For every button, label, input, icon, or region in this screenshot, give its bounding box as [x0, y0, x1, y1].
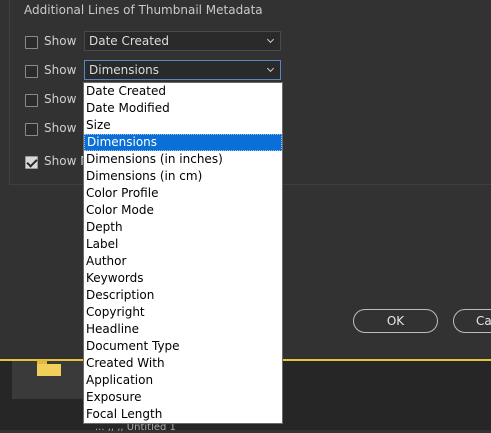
ok-button[interactable]: OK	[353, 309, 438, 333]
metadata-select-1[interactable]: Date Created	[84, 31, 281, 51]
dropdown-option[interactable]: Dimensions	[84, 134, 282, 151]
dropdown-option[interactable]: Focal Length	[84, 406, 282, 423]
dropdown-option[interactable]: Size	[84, 117, 282, 134]
dropdown-option[interactable]: Author	[84, 253, 282, 270]
dropdown-option[interactable]: Keywords	[84, 270, 282, 287]
show-checkbox-1[interactable]	[25, 36, 38, 49]
show-label-1: Show	[44, 34, 77, 48]
show-label-3: Show	[44, 92, 77, 106]
dropdown-option[interactable]: Copyright	[84, 304, 282, 321]
show-checkbox-5[interactable]	[25, 156, 38, 169]
section-title: Additional Lines of Thumbnail Metadata	[24, 3, 263, 17]
dropdown-option[interactable]: Dimensions (in inches)	[84, 151, 282, 168]
cancel-button[interactable]: Ca	[453, 309, 491, 333]
show-checkbox-3[interactable]	[25, 94, 38, 107]
select-value-2: Dimensions	[89, 63, 160, 77]
show-label-2: Show	[44, 63, 77, 77]
show-checkbox-4[interactable]	[25, 123, 38, 136]
show-checkbox-2[interactable]	[25, 65, 38, 78]
metadata-dropdown-list[interactable]: Date Created Date Modified Size Dimensions D…	[83, 82, 283, 424]
dropdown-option[interactable]: Date Modified	[84, 100, 282, 117]
dropdown-option[interactable]: Document Type	[84, 338, 282, 355]
select-value-1: Date Created	[89, 34, 169, 48]
dropdown-option[interactable]: Dimensions (in cm)	[84, 168, 282, 185]
dropdown-option[interactable]: Headline	[84, 321, 282, 338]
metadata-row-1: Show Date Created	[24, 31, 284, 53]
dropdown-option[interactable]: Color Mode	[84, 202, 282, 219]
show-label-4: Show	[44, 121, 77, 135]
folder-icon	[37, 360, 61, 376]
dropdown-option[interactable]: Created With	[84, 355, 282, 372]
dropdown-option[interactable]: Date Created	[84, 83, 282, 100]
dropdown-option[interactable]: Exposure	[84, 389, 282, 406]
dropdown-option[interactable]: Application	[84, 372, 282, 389]
dropdown-option[interactable]: Label	[84, 236, 282, 253]
chevron-down-icon	[266, 35, 275, 44]
dropdown-option[interactable]: Color Profile	[84, 185, 282, 202]
dropdown-option[interactable]: Depth	[84, 219, 282, 236]
dropdown-option[interactable]: Description	[84, 287, 282, 304]
metadata-select-2[interactable]: Dimensions	[84, 60, 281, 80]
metadata-row-2: Show Dimensions	[24, 60, 284, 82]
chevron-down-icon	[266, 64, 275, 73]
